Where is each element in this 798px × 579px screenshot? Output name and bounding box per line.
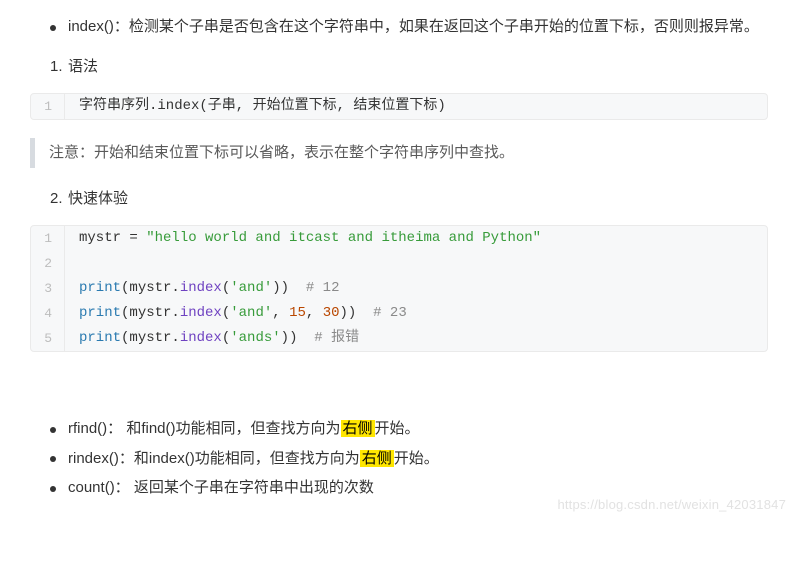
step-number: 2.	[50, 186, 63, 212]
highlight: 右侧	[341, 420, 375, 437]
footer-bullet-item: rindex()：和index()功能相同，但查找方向为右侧开始。	[50, 446, 768, 472]
code-row: 1mystr = "hello world and itcast and ith…	[31, 226, 767, 251]
step-label: 快速体验	[68, 190, 128, 207]
syntax-code-block: 1 字符串序列.index(子串, 开始位置下标, 结束位置下标)	[30, 93, 768, 120]
step-number: 1.	[50, 54, 63, 80]
intro-bullet-item: index()：检测某个子串是否包含在这个字符串中，如果在返回这个子串开始的位置…	[50, 14, 768, 40]
footer-bullet-item: rfind()： 和find()功能相同，但查找方向为右侧开始。	[50, 416, 768, 442]
highlight: 右侧	[360, 450, 394, 467]
line-number: 2	[31, 251, 65, 276]
code-row: 1 字符串序列.index(子串, 开始位置下标, 结束位置下标)	[31, 94, 767, 119]
example-code-block: 1mystr = "hello world and itcast and ith…	[30, 225, 768, 352]
step-list-2: 2. 快速体验	[30, 186, 768, 212]
step-item-example: 2. 快速体验	[50, 186, 768, 212]
code-row: 3print(mystr.index('and')) # 12	[31, 276, 767, 301]
code-row: 4print(mystr.index('and', 15, 30)) # 23	[31, 301, 767, 326]
line-number: 4	[31, 301, 65, 326]
intro-bullet-text: index()：检测某个子串是否包含在这个字符串中，如果在返回这个子串开始的位置…	[68, 18, 759, 35]
method-name: rfind()：	[68, 420, 122, 437]
step-list-1: 1. 语法	[30, 54, 768, 80]
line-number: 5	[31, 326, 65, 351]
code-line: 字符串序列.index(子串, 开始位置下标, 结束位置下标)	[65, 94, 446, 119]
code-row: 5print(mystr.index('ands')) # 报错	[31, 326, 767, 351]
code-line: print(mystr.index('ands')) # 报错	[65, 326, 359, 351]
code-line: print(mystr.index('and', 15, 30)) # 23	[65, 301, 407, 326]
intro-bullet-list: index()：检测某个子串是否包含在这个字符串中，如果在返回这个子串开始的位置…	[30, 14, 768, 40]
method-name: rindex()：	[68, 450, 134, 467]
line-number: 1	[31, 226, 65, 251]
step-item-syntax: 1. 语法	[50, 54, 768, 80]
method-name: count()：	[68, 479, 130, 496]
code-line: mystr = "hello world and itcast and ithe…	[65, 226, 541, 251]
code-line	[65, 251, 79, 276]
line-number: 1	[31, 94, 65, 119]
step-label: 语法	[68, 58, 98, 75]
footer-bullet-list: rfind()： 和find()功能相同，但查找方向为右侧开始。 rindex()…	[30, 416, 768, 501]
code-line: print(mystr.index('and')) # 12	[65, 276, 339, 301]
code-row: 2	[31, 251, 767, 276]
line-number: 3	[31, 276, 65, 301]
note-text: 注意：开始和结束位置下标可以省略，表示在整个字符串序列中查找。	[49, 144, 514, 161]
note-blockquote: 注意：开始和结束位置下标可以省略，表示在整个字符串序列中查找。	[30, 138, 768, 168]
footer-bullet-item: count()： 返回某个子串在字符串中出现的次数	[50, 475, 768, 501]
